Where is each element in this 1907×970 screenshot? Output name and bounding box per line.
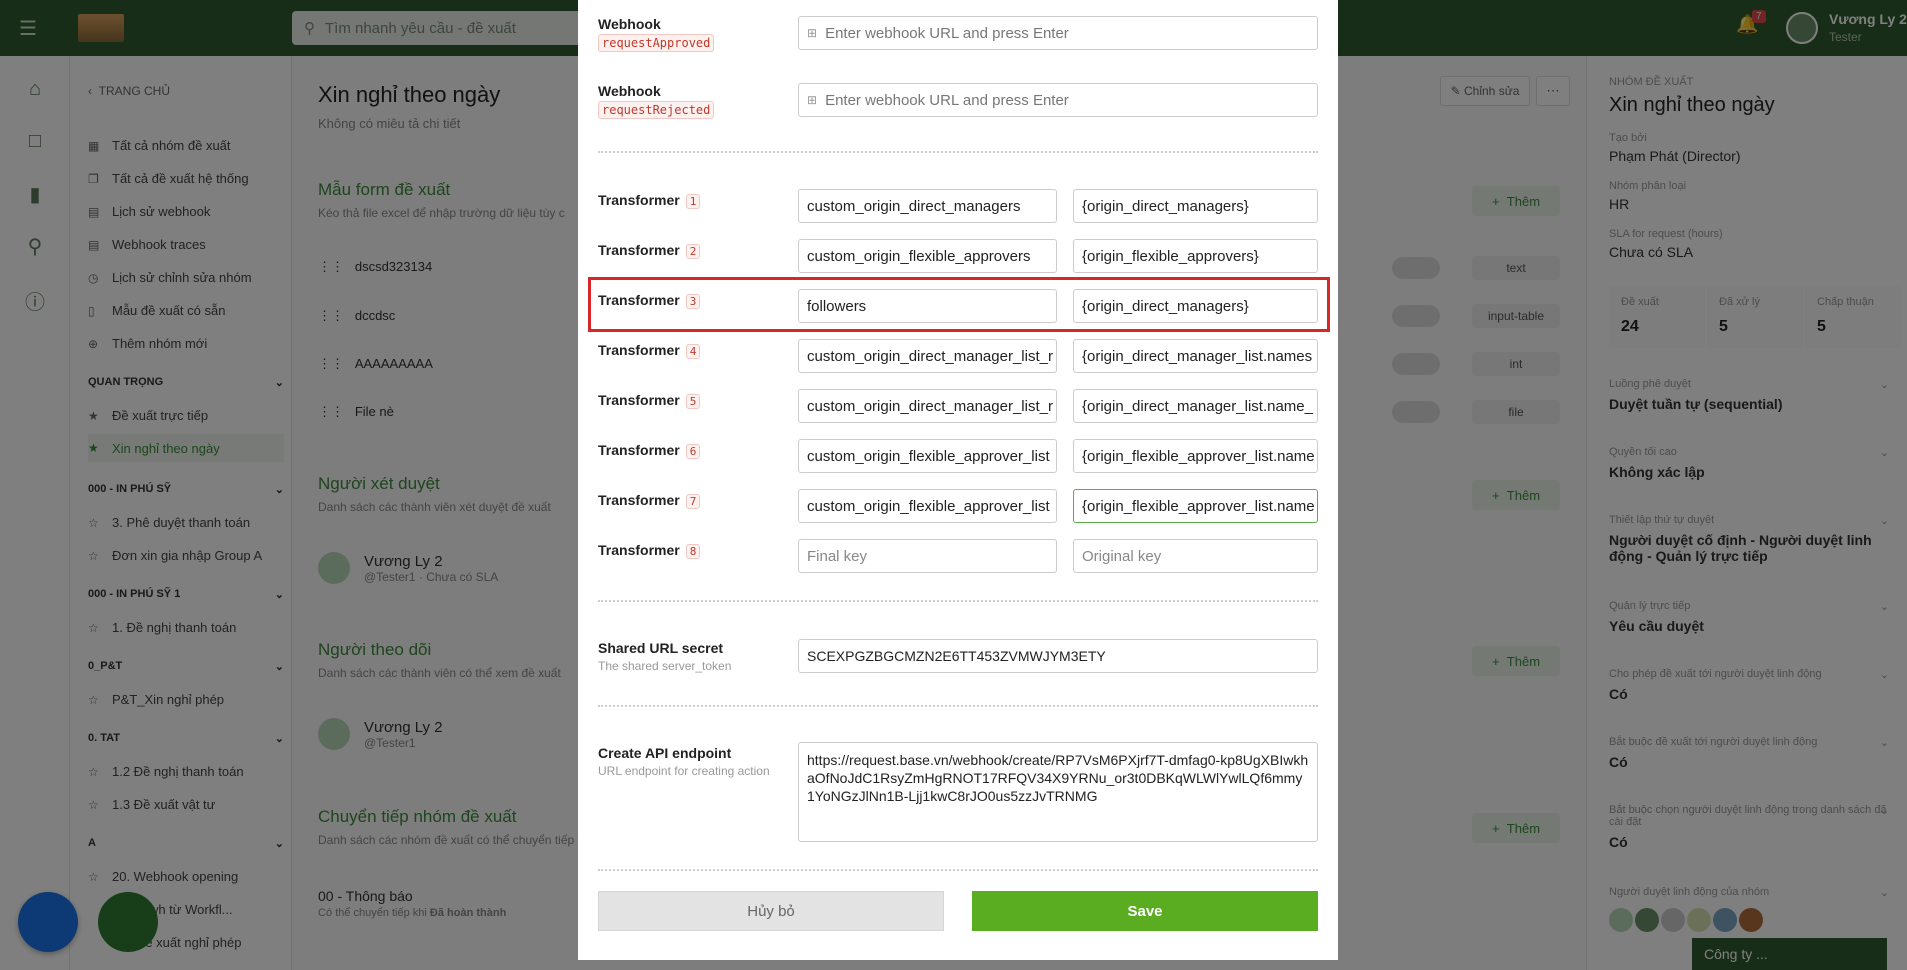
transformer-value-input[interactable]: {origin_flexible_approver_list.name <box>1073 489 1318 523</box>
transformer-key-input[interactable]: custom_origin_direct_manager_list_r <box>798 339 1057 373</box>
transformer-label: Transformer 1 <box>598 192 701 209</box>
transformer-key-input[interactable]: custom_origin_flexible_approver_list <box>798 439 1057 473</box>
transformer-label: Transformer 4 <box>598 342 701 359</box>
highlight-box <box>588 277 1330 332</box>
shared-secret-sub: The shared server_token <box>598 659 732 673</box>
webhook-event-code: requestApproved <box>598 34 715 52</box>
shared-secret-label: Shared URL secret <box>598 640 724 656</box>
divider <box>598 151 1318 153</box>
webhook-approved-input[interactable]: ⊞ Enter webhook URL and press Enter <box>798 16 1318 50</box>
transformer-label: Transformer 7 <box>598 492 701 509</box>
transformer-value-input[interactable]: {origin_flexible_approvers} <box>1073 239 1318 273</box>
transformer-key-input[interactable]: custom_origin_direct_manager_list_r <box>798 389 1057 423</box>
transformer-value-input[interactable]: {origin_direct_manager_list.names <box>1073 339 1318 373</box>
webhook-settings-modal: Webhook requestApproved ⊞ Enter webhook U… <box>578 0 1338 960</box>
api-endpoint-sub: URL endpoint for creating action <box>598 764 770 778</box>
transformer-key-input[interactable]: custom_origin_flexible_approvers <box>798 239 1057 273</box>
divider <box>598 869 1318 871</box>
original-key-input[interactable]: Original key <box>1073 539 1318 573</box>
plus-square-icon: ⊞ <box>807 93 818 107</box>
transformer-value-input[interactable]: {origin_direct_managers} <box>1073 189 1318 223</box>
shared-secret-input[interactable]: SCEXPGZBGCMZN2E6TT453ZVMWJYM3ETY <box>798 639 1318 673</box>
divider <box>598 600 1318 602</box>
transformer-key-input[interactable]: custom_origin_direct_managers <box>798 189 1057 223</box>
plus-square-icon: ⊞ <box>807 26 818 40</box>
api-endpoint-label: Create API endpoint <box>598 745 732 761</box>
transformer-label: Transformer 6 <box>598 442 701 459</box>
transformer-label: Transformer 8 <box>598 542 701 559</box>
transformer-key-input[interactable]: custom_origin_flexible_approver_list <box>798 489 1057 523</box>
final-key-input[interactable]: Final key <box>798 539 1057 573</box>
webhook-label: Webhook <box>598 16 661 32</box>
divider <box>598 705 1318 707</box>
webhook-event-code: requestRejected <box>598 101 715 119</box>
save-button[interactable]: Save <box>972 891 1318 931</box>
cancel-button[interactable]: Hủy bỏ <box>598 891 944 931</box>
transformer-label: Transformer 2 <box>598 242 701 259</box>
webhook-label: Webhook <box>598 83 661 99</box>
transformer-label: Transformer 5 <box>598 392 701 409</box>
transformer-value-input[interactable]: {origin_flexible_approver_list.name <box>1073 439 1318 473</box>
api-endpoint-textarea[interactable]: https://request.base.vn/webhook/create/R… <box>798 742 1318 842</box>
webhook-rejected-input[interactable]: ⊞ Enter webhook URL and press Enter <box>798 83 1318 117</box>
transformer-value-input[interactable]: {origin_direct_manager_list.name_ <box>1073 389 1318 423</box>
